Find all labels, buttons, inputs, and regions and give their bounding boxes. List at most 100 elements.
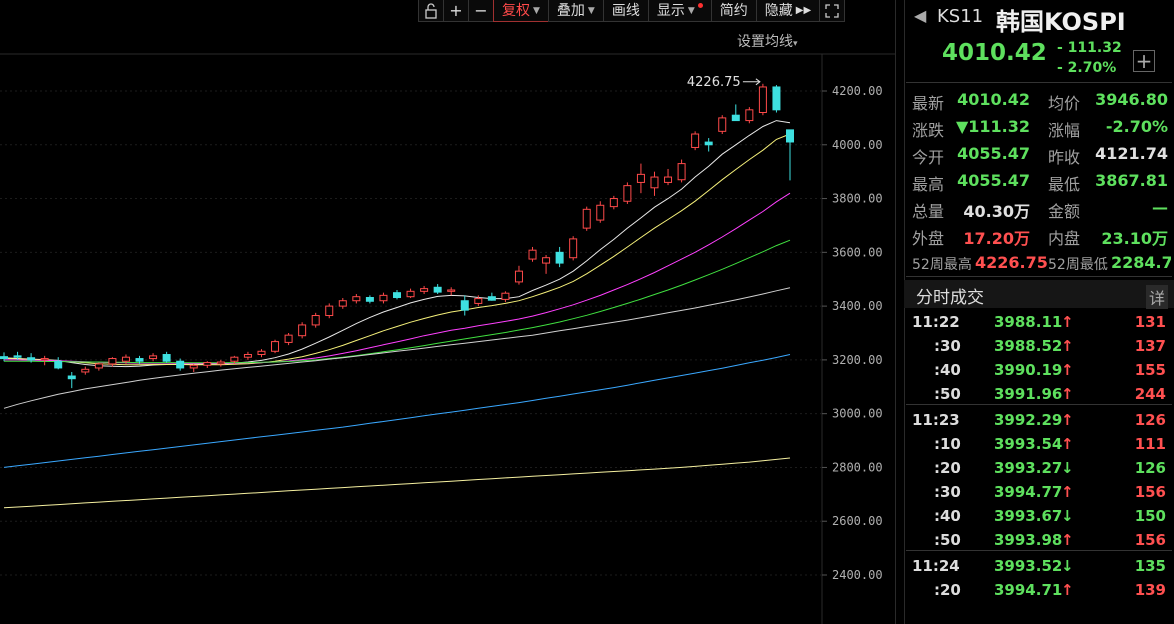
back-arrow-icon[interactable]: ◀ [914,6,926,25]
display-label: 显示 [656,2,685,19]
hide-label: 隐藏 [764,2,793,19]
candle-body [379,294,388,302]
week52-low-label: 52周最低 [1048,257,1108,273]
stat-label: 内盘 [1048,229,1081,248]
moving-average-line [3,354,791,468]
arrow-up-icon: ↑ [1061,531,1074,549]
tick-price: 3993.54 [994,435,1063,453]
candle-body [311,315,320,326]
stat-label: 外盘 [912,229,945,248]
tick-volume: 137 [1134,337,1166,355]
candle-body [474,298,483,304]
draw-line-button[interactable]: 画线 [602,0,649,22]
last-price: 4010.42 [942,40,1047,66]
adjust-button[interactable]: 复权 ▼ [493,0,549,22]
y-tick-label: 3600.00 [832,245,883,259]
candle-body [433,286,442,293]
chart-toolbar: + − 复权 ▼ 叠加 ▼ 画线 显示 ▼ 简约 隐藏 ▶▶ [418,0,846,22]
chevron-down-icon: ▼ [533,5,540,16]
arrow-down-icon: ↓ [1061,557,1074,575]
stats-row: 总量 40.30万 金额 — [912,198,1170,225]
ticks-detail-button[interactable]: 详 [1146,285,1169,309]
tick-volume: 155 [1134,361,1166,379]
fullscreen-icon[interactable] [819,0,846,22]
stat-value: 4010.42 [957,90,1030,109]
candle-body [298,324,307,337]
stat-label: 金额 [1048,202,1081,221]
overlay-button[interactable]: 叠加 ▼ [547,0,604,22]
candle-body [420,288,429,292]
double-chevron-right-icon: ▶▶ [795,4,812,16]
tick-price: 3991.96 [994,385,1063,403]
arrow-up-icon: ↑ [1061,337,1074,355]
divider [906,404,1172,405]
tick-time: 11:24 [912,557,960,575]
y-tick-label: 3200.00 [832,353,883,367]
tick-time: :30 [934,337,961,355]
y-tick-label: 3000.00 [832,407,883,421]
stat-label: 今开 [912,148,945,167]
candle-body [650,176,659,189]
candle-body [582,208,591,229]
candle-body [176,360,185,369]
candle-body [271,341,280,352]
tick-row: 11:22 3988.11 ↑ 131 [906,312,1172,336]
divider [906,82,1172,83]
tick-price: 3988.11 [994,313,1063,331]
tick-time: :30 [934,483,961,501]
stat-label: 最新 [912,94,945,113]
moving-average-line [3,133,791,366]
tick-row: :20 3993.27 ↓ 126 [906,458,1172,482]
tick-time: :20 [934,581,961,599]
candle-body [501,292,510,300]
candle-body [677,163,686,181]
candle-body [406,290,415,298]
tick-time: :50 [934,531,961,549]
candle-body [94,363,103,369]
tick-volume: 126 [1134,459,1166,477]
candle-body [203,362,212,366]
hide-button[interactable]: 隐藏 ▶▶ [755,0,821,22]
candle-body [623,185,632,202]
symbol-code: KS11 [937,6,984,27]
tick-volume: 156 [1134,483,1166,501]
overlay-label: 叠加 [556,2,585,19]
zoom-in-icon[interactable]: + [443,0,469,22]
candle-body [216,361,225,365]
moving-average-line [3,457,791,509]
add-watchlist-icon[interactable]: + [1133,50,1155,72]
arrow-up-icon: ↑ [1061,411,1074,429]
tick-volume: 244 [1134,385,1166,403]
candle-body [704,141,713,146]
stat-value: 3867.81 [1095,171,1168,190]
kline-chart[interactable]: 4200.00 4000.00 3800.00 3600.00 3400.00 3200.… [0,22,896,624]
arrow-up-icon: ↑ [1061,313,1074,331]
tick-volume: 150 [1134,507,1166,525]
display-button[interactable]: 显示 ▼ [647,0,712,22]
candle-body [569,238,578,259]
arrow-up-icon: ↑ [1061,385,1074,403]
arrow-up-icon: ↑ [1061,435,1074,453]
arrow-down-icon: ↓ [1061,507,1074,525]
ticks-title: 分时成交 [916,288,984,308]
tick-volume: 111 [1134,435,1166,453]
candle-body [393,292,401,299]
tick-row: 11:24 3993.52 ↓ 135 [906,556,1172,580]
stats-row: 外盘 17.20万 内盘 23.10万 [912,225,1170,252]
simple-button[interactable]: 简约 [710,0,757,22]
symbol-name: 韩国KOSPI [996,8,1126,36]
unlock-icon[interactable] [418,0,444,22]
stat-label: 均价 [1048,94,1081,113]
candle-body [338,300,347,307]
arrow-down-icon: ↓ [1061,459,1074,477]
stat-label: 最高 [912,175,945,194]
candle-body [81,368,90,373]
tick-price: 3994.71 [994,581,1063,599]
moving-average-line [3,120,791,368]
simple-label: 简约 [719,2,748,19]
tick-volume: 126 [1134,411,1166,429]
arrow-up-icon: ↑ [1061,581,1074,599]
zoom-out-icon[interactable]: − [468,0,494,22]
tick-price: 3993.98 [994,531,1063,549]
tick-time: 11:22 [912,313,960,331]
